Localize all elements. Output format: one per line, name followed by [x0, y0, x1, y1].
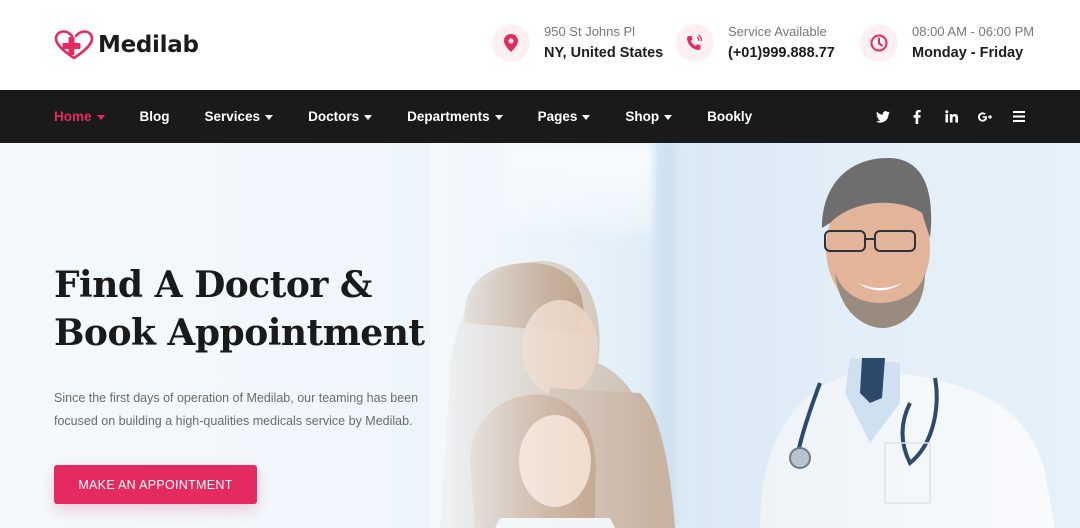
phone-number[interactable]: (+01)999.888.77 [728, 44, 835, 62]
nav-item-bookly[interactable]: Bookly [707, 109, 752, 124]
hero-title-line-2: Book Appointment [54, 312, 425, 354]
nav-item-blog[interactable]: Blog [140, 109, 170, 124]
clock-icon [860, 24, 898, 62]
address-city: NY, United States [544, 45, 664, 61]
hero-section: Find A Doctor & Book Appointment Since t… [0, 143, 1080, 528]
nav-item-services[interactable]: Services [205, 109, 274, 124]
logo[interactable]: Medilab [54, 30, 199, 60]
nav-label: Services [204, 109, 261, 124]
hero-image-doctor-and-patients [430, 143, 1080, 528]
nav-label: Bookly [707, 109, 753, 124]
address-line: 950 St Johns Pl [544, 24, 636, 39]
nav-label: Departments [407, 109, 490, 124]
caret-down-icon [364, 114, 373, 120]
nav-item-pages[interactable]: Pages [538, 109, 591, 124]
nav-label: Home [54, 109, 92, 124]
heart-plus-logo-icon [54, 30, 94, 60]
caret-down-icon [265, 114, 274, 120]
nav-label: Pages [537, 109, 578, 124]
nav-item-doctors[interactable]: Doctors [308, 109, 373, 124]
social-links [876, 90, 1026, 143]
caret-down-icon [582, 114, 591, 120]
twitter-icon[interactable] [876, 110, 890, 124]
top-header: Medilab 950 St Johns Pl NY, United State… [0, 0, 1080, 90]
nav-item-departments[interactable]: Departments [407, 109, 503, 124]
hours-time: 08:00 AM - 06:00 PM [912, 24, 1035, 39]
phone-label: Service Available [728, 24, 827, 39]
google-plus-icon[interactable] [978, 110, 992, 124]
caret-down-icon [494, 114, 503, 120]
nav-label: Blog [139, 109, 170, 124]
map-pin-icon [492, 24, 530, 62]
logo-text: Medilab [98, 32, 199, 58]
nav-item-home[interactable]: Home [54, 109, 105, 124]
hero-title: Find A Doctor & Book Appointment [54, 261, 474, 357]
address-info: 950 St Johns Pl NY, United States [492, 24, 663, 62]
hero-description: Since the first days of operation of Med… [54, 391, 419, 428]
nav-label: Shop [625, 109, 660, 124]
hero-content: Find A Doctor & Book Appointment Since t… [54, 261, 474, 433]
phone-info: Service Available (+01)999.888.77 [676, 24, 835, 62]
nav-item-shop[interactable]: Shop [625, 109, 673, 124]
caret-down-icon [96, 114, 105, 120]
menu-icon[interactable] [1012, 110, 1026, 124]
nav-label: Doctors [308, 109, 360, 124]
caret-down-icon [664, 114, 673, 120]
linkedin-icon[interactable] [944, 110, 958, 124]
hours-days: Monday - Friday [912, 45, 1024, 61]
facebook-icon[interactable] [910, 109, 924, 124]
phone-icon [676, 24, 714, 62]
main-nav: Home Blog Services Doctors Departments P… [0, 90, 1080, 143]
hours-info: 08:00 AM - 06:00 PM Monday - Friday [860, 24, 1034, 62]
hero-title-line-1: Find A Doctor & [54, 264, 372, 306]
make-appointment-button[interactable]: MAKE AN APPOINTMENT [54, 465, 257, 504]
